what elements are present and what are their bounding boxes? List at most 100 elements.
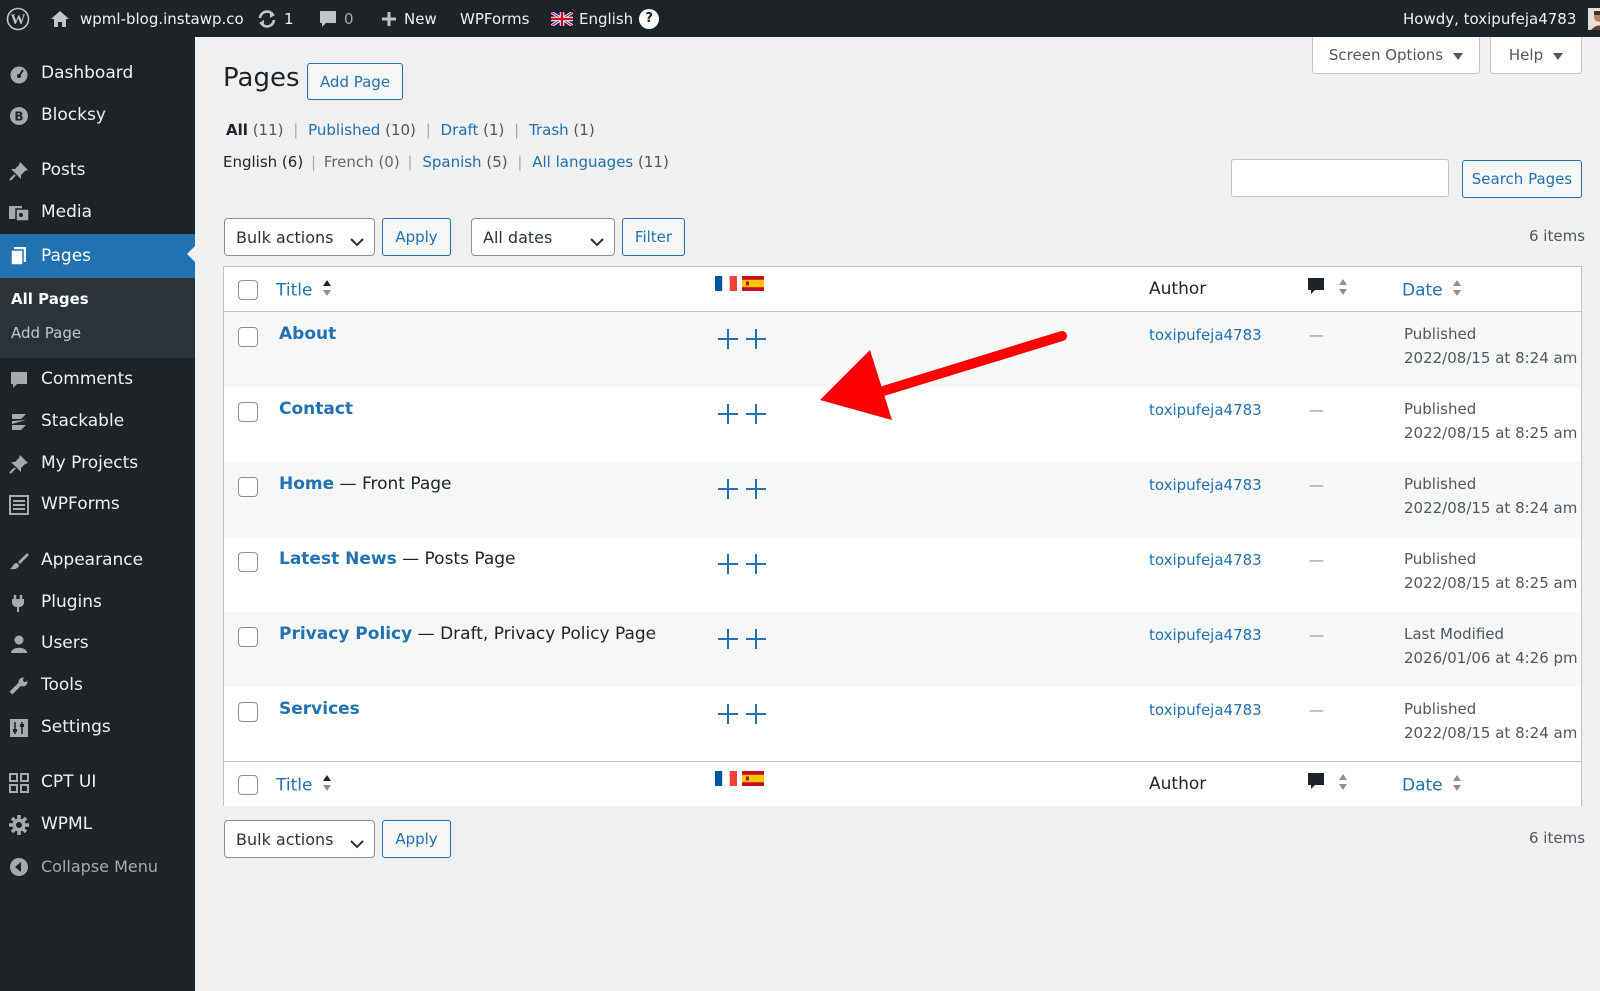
menu-stackable[interactable]: Stackable (0, 401, 195, 441)
column-comments-header[interactable] (1307, 277, 1348, 302)
admin-menu: Dashboard B Blocksy Posts Media Pages Al… (0, 37, 195, 991)
row-checkbox[interactable] (238, 477, 258, 497)
collapse-menu-button[interactable]: Collapse Menu (0, 846, 195, 886)
author-link[interactable]: toxipufeja4783 (1149, 626, 1262, 644)
row-checkbox[interactable] (238, 627, 258, 647)
svg-text:B: B (14, 110, 23, 124)
page-title-link[interactable]: Home (279, 474, 334, 494)
column-title-header[interactable]: Title (276, 279, 332, 302)
add-translation-icons (717, 553, 767, 579)
avatar (1588, 7, 1600, 30)
page-title-link[interactable]: About (279, 324, 336, 344)
bulk-actions-select[interactable]: Bulk actions (224, 218, 375, 256)
menu-media[interactable]: Media (0, 192, 195, 232)
users-icon (8, 633, 30, 655)
submenu-all-pages[interactable]: All Pages (11, 290, 89, 308)
add-french-translation-icon[interactable] (717, 478, 739, 504)
filter-published[interactable]: Published (10) (308, 121, 416, 139)
row-checkbox[interactable] (238, 702, 258, 722)
add-page-button[interactable]: Add Page (307, 63, 403, 100)
language-switcher[interactable]: English ? (551, 0, 660, 37)
wordpress-logo-icon[interactable]: W (6, 0, 30, 37)
comments-link[interactable]: 0 (318, 0, 354, 37)
select-all-checkbox[interactable] (238, 280, 258, 300)
menu-blocksy[interactable]: B Blocksy (0, 95, 195, 135)
wpforms-link[interactable]: WPForms (460, 0, 529, 37)
submenu-add-page[interactable]: Add Page (11, 324, 81, 342)
select-all-checkbox[interactable] (238, 775, 258, 795)
new-content-link[interactable]: New (380, 0, 437, 37)
apply-button[interactable]: Apply (382, 218, 451, 256)
row-checkbox[interactable] (238, 327, 258, 347)
post-status: Published (1404, 475, 1477, 493)
page-title-link[interactable]: Latest News (279, 549, 397, 569)
add-french-translation-icon[interactable] (717, 328, 739, 354)
author-link[interactable]: toxipufeja4783 (1149, 401, 1262, 419)
add-french-translation-icon[interactable] (717, 703, 739, 729)
date-cell: Published 2022/08/15 at 8:24 am (1404, 697, 1577, 745)
lang-filter-spanish[interactable]: Spanish (5) (422, 153, 507, 171)
add-french-translation-icon[interactable] (717, 553, 739, 579)
add-spanish-translation-icon[interactable] (745, 703, 767, 729)
date-filter-select[interactable]: All dates (471, 218, 615, 256)
help-icon[interactable]: ? (639, 8, 660, 29)
author-link[interactable]: toxipufeja4783 (1149, 476, 1262, 494)
menu-wpforms[interactable]: WPForms (0, 484, 195, 524)
column-date-header[interactable]: Date (1402, 279, 1462, 302)
add-spanish-translation-icon[interactable] (745, 328, 767, 354)
author-link[interactable]: toxipufeja4783 (1149, 326, 1262, 344)
updates-link[interactable]: 1 (256, 0, 294, 37)
items-count-bottom: 6 items (1529, 829, 1586, 847)
menu-my-projects[interactable]: My Projects (0, 443, 195, 483)
menu-pages[interactable]: Pages (0, 234, 195, 278)
screen-options-button[interactable]: Screen Options (1312, 37, 1480, 74)
search-input[interactable] (1231, 159, 1449, 197)
author-link[interactable]: toxipufeja4783 (1149, 701, 1262, 719)
post-status: Published (1404, 700, 1477, 718)
menu-settings[interactable]: Settings (0, 707, 195, 747)
search-pages-button[interactable]: Search Pages (1462, 160, 1582, 198)
add-spanish-translation-icon[interactable] (745, 478, 767, 504)
row-checkbox[interactable] (238, 402, 258, 422)
add-spanish-translation-icon[interactable] (745, 553, 767, 579)
add-spanish-translation-icon[interactable] (745, 403, 767, 429)
bulk-actions-select-bottom[interactable]: Bulk actions (224, 820, 375, 858)
lang-filter-all[interactable]: All languages (11) (532, 153, 669, 171)
menu-dashboard[interactable]: Dashboard (0, 53, 195, 93)
menu-comments[interactable]: Comments (0, 359, 195, 399)
page-title-link[interactable]: Services (279, 699, 360, 719)
add-french-translation-icon[interactable] (717, 628, 739, 654)
post-status: Last Modified (1404, 625, 1505, 643)
sort-icon (322, 774, 332, 797)
add-french-translation-icon[interactable] (717, 403, 739, 429)
column-title-footer[interactable]: Title (276, 774, 332, 797)
menu-appearance[interactable]: Appearance (0, 540, 195, 580)
menu-users[interactable]: Users (0, 623, 195, 663)
post-date: 2022/08/15 at 8:24 am (1404, 724, 1578, 742)
menu-label: My Projects (41, 453, 139, 473)
add-spanish-translation-icon[interactable] (745, 628, 767, 654)
help-button[interactable]: Help (1490, 37, 1582, 74)
apply-button-bottom[interactable]: Apply (382, 820, 451, 858)
page-title-link[interactable]: Contact (279, 399, 353, 419)
menu-posts[interactable]: Posts (0, 150, 195, 190)
language-filters: English (6) | French (0) | Spanish (5) |… (223, 153, 669, 171)
menu-cpt-ui[interactable]: CPT UI (0, 762, 195, 802)
page-title-link[interactable]: Privacy Policy (279, 624, 412, 644)
site-name-link[interactable]: wpml-blog.instawp.co (50, 0, 244, 37)
my-account[interactable]: Howdy, toxipufeja4783 (1403, 0, 1600, 37)
menu-plugins[interactable]: Plugins (0, 582, 195, 622)
menu-label: Media (41, 202, 93, 222)
menu-wpml[interactable]: WPML (0, 804, 195, 844)
row-checkbox[interactable] (238, 552, 258, 572)
filter-button[interactable]: Filter (622, 218, 685, 256)
filter-trash[interactable]: Trash (1) (529, 121, 595, 139)
post-date: 2026/01/06 at 4:26 pm (1404, 649, 1578, 667)
filter-all[interactable]: All (11) (226, 121, 283, 139)
table-footer: Title Author Date (224, 761, 1581, 806)
author-link[interactable]: toxipufeja4783 (1149, 551, 1262, 569)
column-comments-footer[interactable] (1307, 772, 1348, 797)
menu-tools[interactable]: Tools (0, 665, 195, 705)
column-date-footer[interactable]: Date (1402, 774, 1462, 797)
filter-draft[interactable]: Draft (1) (441, 121, 505, 139)
